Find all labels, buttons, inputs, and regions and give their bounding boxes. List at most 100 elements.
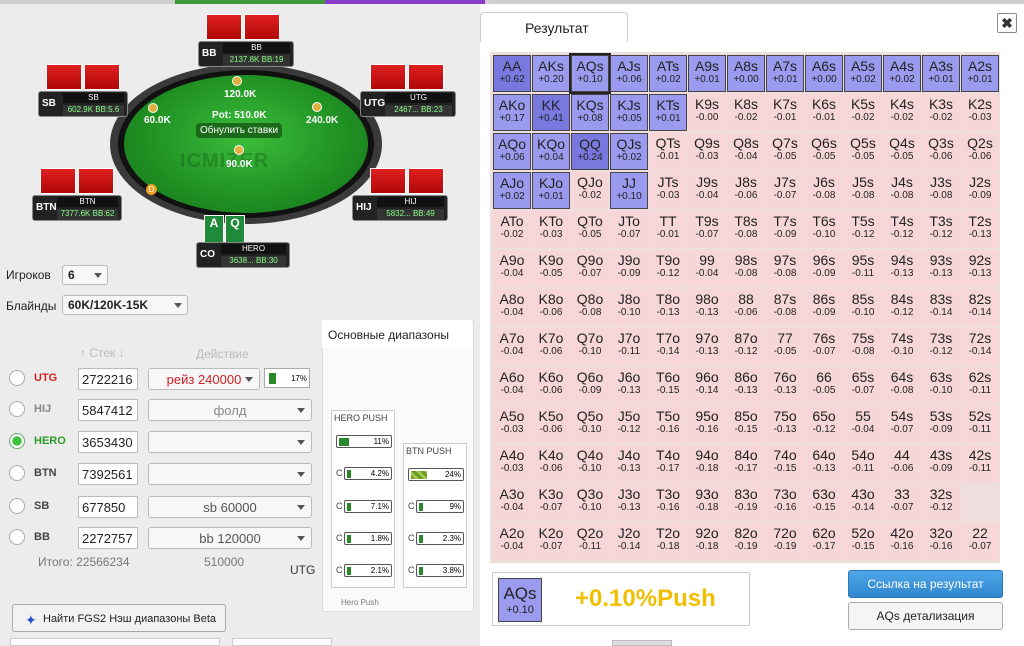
hero-push-row[interactable]: C 7.1% — [336, 500, 392, 514]
hand-cell-85o[interactable]: 85o -0.15 — [727, 406, 765, 443]
hand-cell-t2o[interactable]: T2o -0.18 — [649, 523, 687, 560]
hand-cell-kto[interactable]: KTo -0.03 — [532, 211, 570, 248]
hand-cell-97s[interactable]: 97s -0.08 — [766, 250, 804, 287]
hand-cell-q2o[interactable]: Q2o -0.11 — [571, 523, 609, 560]
hand-cell-kk[interactable]: KK +0.41 — [532, 94, 570, 131]
hand-cell-84s[interactable]: 84s -0.12 — [883, 289, 921, 326]
hand-cell-q4o[interactable]: Q4o -0.10 — [571, 445, 609, 482]
hand-cell-a8o[interactable]: A8o -0.04 — [493, 289, 531, 326]
hand-cell-a6o[interactable]: A6o -0.04 — [493, 367, 531, 404]
stack-input-utg[interactable]: 2722216 — [78, 368, 138, 390]
hand-cell-aqs[interactable]: AQs +0.10 — [569, 53, 611, 94]
seat-hero[interactable]: CO HERO 3638... BB:30 — [196, 242, 290, 268]
hand-cell-94s[interactable]: 94s -0.13 — [883, 250, 921, 287]
hand-cell-73s[interactable]: 73s -0.12 — [922, 328, 960, 365]
action-select-utg[interactable]: рейз 240000 — [148, 368, 260, 390]
hand-cell-t9s[interactable]: T9s -0.07 — [688, 211, 726, 248]
hand-cell-j3s[interactable]: J3s -0.08 — [922, 172, 960, 209]
hand-cell-q2s[interactable]: Q2s -0.06 — [961, 133, 999, 170]
hand-cell-j8o[interactable]: J8o -0.10 — [610, 289, 648, 326]
hand-cell-65o[interactable]: 65o -0.12 — [805, 406, 843, 443]
hand-cell-qjo[interactable]: QJo -0.02 — [571, 172, 609, 209]
hand-cell-a4s[interactable]: A4s +0.02 — [883, 55, 921, 92]
btn-push-row[interactable]: C 9% — [408, 500, 464, 514]
hand-cell-a5s[interactable]: A5s +0.02 — [844, 55, 882, 92]
hand-cell-q3o[interactable]: Q3o -0.10 — [571, 484, 609, 521]
hand-cell-82o[interactable]: 82o -0.19 — [727, 523, 765, 560]
utg-range-pct[interactable]: 17% — [264, 368, 310, 388]
hand-detail-button[interactable]: AQs детализация — [848, 602, 1003, 630]
hand-cell-a6s[interactable]: A6s +0.00 — [805, 55, 843, 92]
hand-cell-86s[interactable]: 86s -0.09 — [805, 289, 843, 326]
action-select-btn[interactable] — [148, 463, 312, 485]
hand-cell-95o[interactable]: 95o -0.16 — [688, 406, 726, 443]
hero-push-row[interactable]: C 1.8% — [336, 532, 392, 546]
seat-utg[interactable]: UTG UTG 2467... BB:23 — [360, 91, 456, 117]
hand-cell-q9s[interactable]: Q9s -0.03 — [688, 133, 726, 170]
hand-cell-k8o[interactable]: K8o -0.06 — [532, 289, 570, 326]
hand-cell-qq[interactable]: QQ +0.24 — [571, 133, 609, 170]
hand-cell-85s[interactable]: 85s -0.10 — [844, 289, 882, 326]
action-select-hero[interactable] — [148, 431, 312, 453]
hand-cell-52o[interactable]: 52o -0.15 — [844, 523, 882, 560]
hand-cell-33[interactable]: 33 -0.07 — [883, 484, 921, 521]
radio-btn[interactable] — [9, 465, 25, 481]
hand-cell-84o[interactable]: 84o -0.17 — [727, 445, 765, 482]
hand-cell-k8s[interactable]: K8s -0.02 — [727, 94, 765, 131]
hand-cell-ats[interactable]: ATs +0.02 — [649, 55, 687, 92]
btn-push-row[interactable]: C 2.3% — [408, 532, 464, 546]
hand-cell-q7s[interactable]: Q7s -0.05 — [766, 133, 804, 170]
hand-cell-a9s[interactable]: A9s +0.01 — [688, 55, 726, 92]
hand-cell-94o[interactable]: 94o -0.18 — [688, 445, 726, 482]
hand-cell-t7o[interactable]: T7o -0.14 — [649, 328, 687, 365]
hand-cell-77[interactable]: 77 -0.05 — [766, 328, 804, 365]
stack-input-hij[interactable]: 5847412 — [78, 399, 138, 421]
hand-cell-t6s[interactable]: T6s -0.10 — [805, 211, 843, 248]
hand-cell-95s[interactable]: 95s -0.11 — [844, 250, 882, 287]
hand-cell-76o[interactable]: 76o -0.13 — [766, 367, 804, 404]
hand-cell-j5o[interactable]: J5o -0.12 — [610, 406, 648, 443]
hand-cell-a7o[interactable]: A7o -0.04 — [493, 328, 531, 365]
hand-cell-53s[interactable]: 53s -0.09 — [922, 406, 960, 443]
hand-cell-j8s[interactable]: J8s -0.06 — [727, 172, 765, 209]
hand-cell-q7o[interactable]: Q7o -0.10 — [571, 328, 609, 365]
hand-cell-j2o[interactable]: J2o -0.14 — [610, 523, 648, 560]
hand-cell-32o[interactable]: 32o -0.16 — [922, 523, 960, 560]
hand-cell-63s[interactable]: 63s -0.10 — [922, 367, 960, 404]
hand-cell-j9o[interactable]: J9o -0.09 — [610, 250, 648, 287]
hand-cell-a2o[interactable]: A2o -0.04 — [493, 523, 531, 560]
hand-cell-82s[interactable]: 82s -0.14 — [961, 289, 999, 326]
hand-cell-ajo[interactable]: AJo +0.02 — [493, 172, 531, 209]
hand-cell-q9o[interactable]: Q9o -0.07 — [571, 250, 609, 287]
hand-cell-k2s[interactable]: K2s -0.03 — [961, 94, 999, 131]
seat-hij[interactable]: HIJ HIJ 5832... BB:49 — [352, 195, 448, 221]
hand-cell-72o[interactable]: 72o -0.19 — [766, 523, 804, 560]
hand-cell-96s[interactable]: 96s -0.09 — [805, 250, 843, 287]
hand-cell-87o[interactable]: 87o -0.12 — [727, 328, 765, 365]
hand-cell-a8s[interactable]: A8s +0.00 — [727, 55, 765, 92]
hand-cell-62s[interactable]: 62s -0.11 — [961, 367, 999, 404]
hand-cell-92o[interactable]: 92o -0.18 — [688, 523, 726, 560]
hand-cell-a5o[interactable]: A5o -0.03 — [493, 406, 531, 443]
hand-cell-74o[interactable]: 74o -0.15 — [766, 445, 804, 482]
hand-cell-q5o[interactable]: Q5o -0.10 — [571, 406, 609, 443]
hand-cell-42s[interactable]: 42s -0.11 — [961, 445, 999, 482]
hand-cell-t6o[interactable]: T6o -0.15 — [649, 367, 687, 404]
hand-cell-72s[interactable]: 72s -0.14 — [961, 328, 999, 365]
hand-cell-t4o[interactable]: T4o -0.17 — [649, 445, 687, 482]
hand-cell-k5s[interactable]: K5s -0.02 — [844, 94, 882, 131]
hero-push-main[interactable]: 11% — [336, 435, 392, 449]
hand-cell-65s[interactable]: 65s -0.07 — [844, 367, 882, 404]
hand-cell-k9s[interactable]: K9s -0.00 — [688, 94, 726, 131]
action-select-hij[interactable]: фолд — [148, 399, 312, 421]
hand-cell-83s[interactable]: 83s -0.14 — [922, 289, 960, 326]
hand-cell-86o[interactable]: 86o -0.13 — [727, 367, 765, 404]
hand-cell-a7s[interactable]: A7s +0.01 — [766, 55, 804, 92]
hand-cell-qts[interactable]: QTs -0.01 — [649, 133, 687, 170]
hand-cell-k6s[interactable]: K6s -0.01 — [805, 94, 843, 131]
hand-cell-j6s[interactable]: J6s -0.08 — [805, 172, 843, 209]
hand-cell-75s[interactable]: 75s -0.08 — [844, 328, 882, 365]
hand-cell-k6o[interactable]: K6o -0.06 — [532, 367, 570, 404]
hand-cell-qjs[interactable]: QJs +0.02 — [610, 133, 648, 170]
radio-bb[interactable] — [9, 529, 25, 545]
